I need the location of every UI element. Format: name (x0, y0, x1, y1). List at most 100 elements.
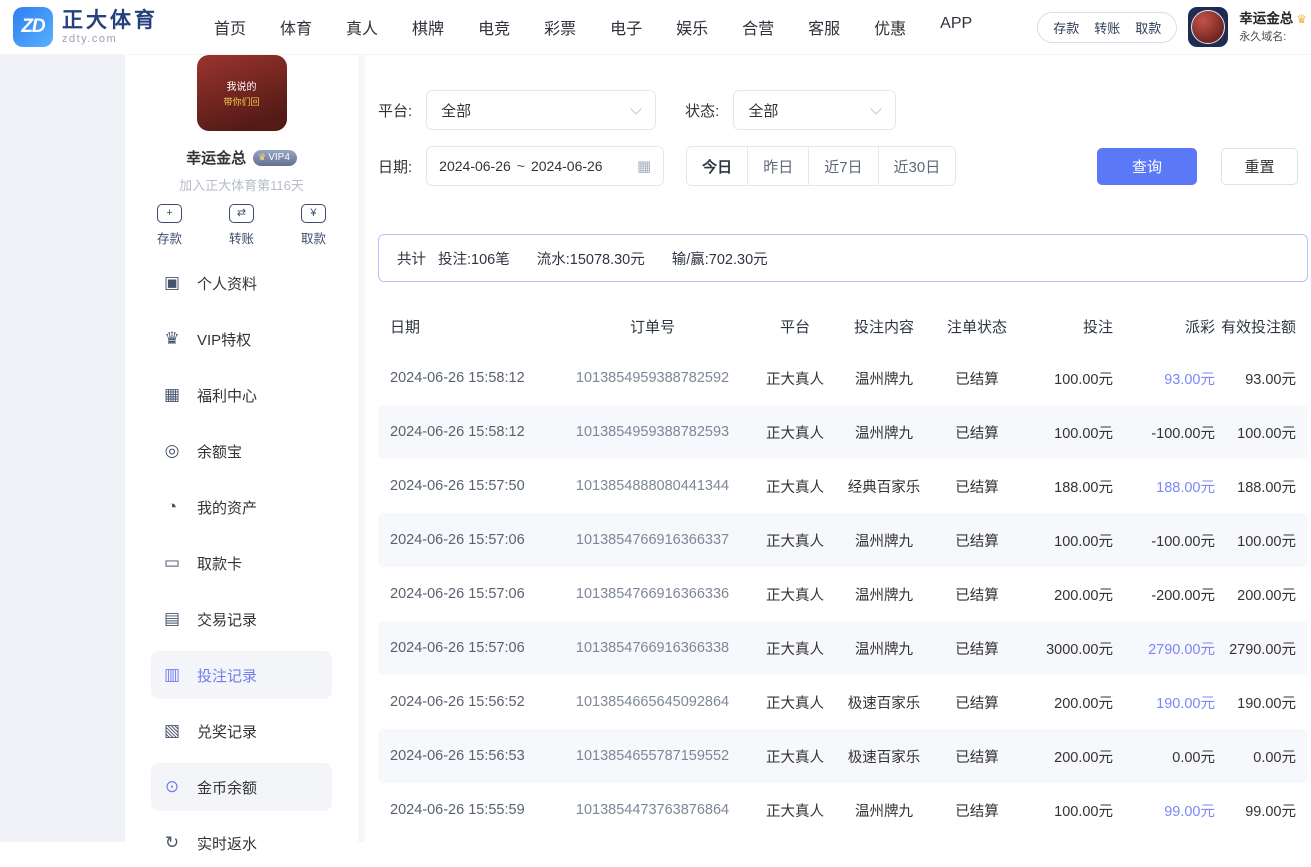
quick-action-label: 存款 (157, 228, 182, 247)
cell-valid: 200.00元 (1215, 584, 1308, 605)
nav-item-9[interactable]: 合营 (742, 15, 774, 39)
user-avatar[interactable]: 我说的 带你们回 (197, 55, 287, 131)
sidebar-item-label: 金币余额 (197, 777, 257, 798)
cell-platform: 正大真人 (755, 692, 835, 713)
cell-date: 2024-06-26 15:57:06 (378, 532, 550, 548)
date-range-value: 2024-06-26~2024-06-26 (439, 158, 602, 174)
table-row: 2024-06-26 15:58:121013854959388782593正大… (378, 405, 1308, 459)
range-button-4[interactable]: 近30日 (878, 147, 956, 185)
cell-date: 2024-06-26 15:56:53 (378, 748, 550, 764)
cell-bet: 200.00元 (1021, 692, 1113, 713)
filter-row-2: 日期: 2024-06-26~2024-06-26 ▦ 今日昨日近7日近30日 … (378, 146, 1308, 186)
sidebar-item-5[interactable]: ◔我的资产 (151, 483, 332, 531)
cell-status: 已结算 (933, 746, 1021, 767)
brand-logo[interactable]: ZD 正大体育 zdty.com (13, 7, 158, 47)
platform-select-value: 全部 (441, 100, 471, 121)
cell-status: 已结算 (933, 476, 1021, 497)
column-header-1: 日期 (378, 316, 550, 337)
chevron-down-icon (871, 103, 882, 114)
cell-payout: 188.00元 (1113, 476, 1215, 497)
reset-button[interactable]: 重置 (1221, 148, 1298, 185)
sidebar-item-1[interactable]: ▣个人资料 (151, 259, 332, 307)
vip-crown-icon: ♛ (1296, 12, 1307, 26)
nav-item-1[interactable]: 首页 (214, 15, 246, 39)
quick-action-2[interactable]: ⇄转账 (229, 204, 254, 247)
cell-valid: 93.00元 (1215, 368, 1308, 389)
status-select[interactable]: 全部 (733, 90, 896, 130)
sidebar-item-10[interactable]: ⊙金币余额 (151, 763, 332, 811)
table-row: 2024-06-26 15:58:121013854959388782592正大… (378, 351, 1308, 405)
sidebar-item-label: 取款卡 (197, 553, 242, 574)
sidebar-item-8[interactable]: ▥投注记录 (151, 651, 332, 699)
cell-status: 已结算 (933, 368, 1021, 389)
nav-item-4[interactable]: 棋牌 (412, 15, 444, 39)
sidebar-user-name: 幸运金总 (186, 147, 246, 168)
main-nav: 首页 体育 真人 棋牌 电竞 彩票 电子 娱乐 合营 客服 优惠 APP (214, 15, 972, 39)
sidebar-item-7[interactable]: ▤交易记录 (151, 595, 332, 643)
rebate-icon: ↻ (162, 833, 182, 853)
quick-action-1[interactable]: +存款 (157, 204, 182, 247)
bank-card-icon: ▭ (162, 553, 182, 573)
yuebao-icon: ◎ (162, 441, 182, 461)
quick-action-3[interactable]: ¥取款 (301, 204, 326, 247)
join-days-text: 加入正大体育第116天 (125, 175, 358, 194)
nav-item-5[interactable]: 电竞 (478, 15, 510, 39)
column-header-5: 注单状态 (933, 316, 1021, 337)
nav-item-11[interactable]: 优惠 (874, 15, 906, 39)
sidebar-item-2[interactable]: ♛VIP特权 (151, 315, 332, 363)
cell-date: 2024-06-26 15:57:50 (378, 478, 550, 494)
left-rail (0, 55, 125, 842)
cell-platform: 正大真人 (755, 530, 835, 551)
range-button-3[interactable]: 近7日 (808, 147, 877, 185)
avatar-caption: 我说的 (227, 78, 257, 93)
sidebar-item-4[interactable]: ◎余额宝 (151, 427, 332, 475)
wallet-action-1[interactable]: 存款 (1053, 18, 1079, 37)
platform-select[interactable]: 全部 (426, 90, 656, 130)
sidebar-item-11[interactable]: ↻实时返水 (151, 819, 332, 867)
wallet-action-3[interactable]: 取款 (1135, 18, 1161, 37)
table-row: 2024-06-26 15:56:521013854665645092864正大… (378, 675, 1308, 729)
gift-icon: ▦ (162, 385, 182, 405)
nav-item-8[interactable]: 娱乐 (676, 15, 708, 39)
cell-valid: 188.00元 (1215, 476, 1308, 497)
cell-payout: 2790.00元 (1113, 638, 1215, 659)
main-content: 平台: 全部 状态: 全部 日期: 2024-06-26~2024-06-26 … (378, 55, 1311, 842)
cell-content: 极速百家乐 (835, 692, 933, 713)
sidebar-item-3[interactable]: ▦福利中心 (151, 371, 332, 419)
cell-payout: -200.00元 (1113, 584, 1215, 605)
status-select-value: 全部 (748, 100, 778, 121)
platform-filter-label: 平台: (378, 100, 412, 121)
calendar-icon[interactable]: ▦ (637, 157, 651, 175)
assets-icon: ◔ (162, 497, 182, 517)
cell-order: 1013854888080441344 (550, 478, 755, 494)
cell-content: 温州牌九 (835, 530, 933, 551)
summary-bets: 投注:106笔 (438, 248, 510, 269)
column-header-4: 投注内容 (835, 316, 933, 337)
date-end: 2024-06-26 (531, 158, 603, 174)
nav-item-2[interactable]: 体育 (280, 15, 312, 39)
nav-item-3[interactable]: 真人 (346, 15, 378, 39)
nav-item-10[interactable]: 客服 (808, 15, 840, 39)
wallet-action-2[interactable]: 转账 (1094, 18, 1120, 37)
column-header-6: 投注 (1021, 316, 1113, 337)
date-range-input[interactable]: 2024-06-26~2024-06-26 ▦ (426, 146, 664, 186)
nav-item-12[interactable]: APP (940, 15, 972, 39)
cell-platform: 正大真人 (755, 476, 835, 497)
topbar-avatar[interactable] (1188, 7, 1228, 47)
summary-total-label: 共计 (397, 248, 426, 269)
sidebar-item-6[interactable]: ▭ 取款卡 (151, 539, 332, 587)
range-button-2[interactable]: 昨日 (747, 147, 808, 185)
vip-crown-icon: ♛ (258, 152, 266, 163)
range-button-1[interactable]: 今日 (687, 147, 747, 185)
sidebar-item-9[interactable]: ▧兑奖记录 (151, 707, 332, 755)
cell-content: 经典百家乐 (835, 476, 933, 497)
search-button[interactable]: 查询 (1097, 148, 1197, 185)
cell-date: 2024-06-26 15:57:06 (378, 640, 550, 656)
nav-item-6[interactable]: 彩票 (544, 15, 576, 39)
sidebar-item-label: 投注记录 (197, 665, 257, 686)
wallet-actions-pill: 存款转账取款 (1037, 12, 1177, 43)
cell-bet: 100.00元 (1021, 368, 1113, 389)
cell-status: 已结算 (933, 638, 1021, 659)
nav-item-7[interactable]: 电子 (610, 15, 642, 39)
brand-logo-icon: ZD (13, 7, 53, 47)
